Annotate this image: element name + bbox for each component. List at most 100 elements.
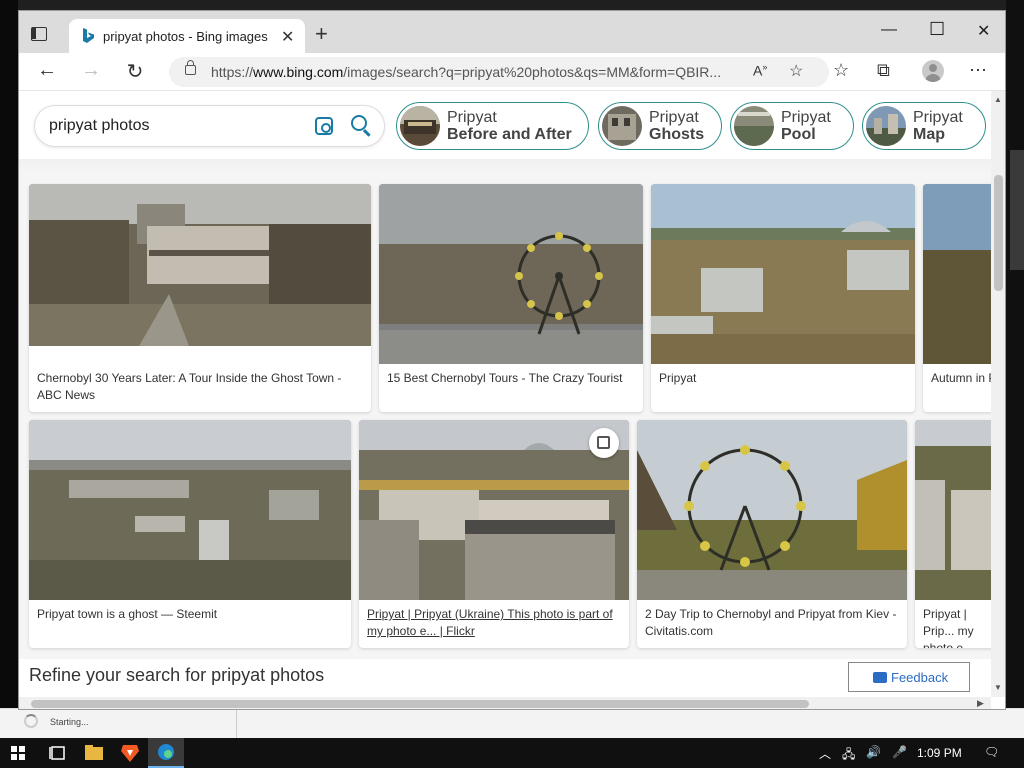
network-icon[interactable]: 🖧 — [842, 745, 855, 766]
chip-ghosts[interactable]: Pripyat Ghosts — [598, 102, 722, 150]
edge-browser-icon[interactable] — [148, 738, 184, 768]
chip-label-2: Ghosts — [649, 126, 705, 143]
result-caption: 15 Best Chernobyl Tours - The Crazy Tour… — [387, 371, 623, 385]
lock-icon[interactable] — [185, 60, 196, 75]
image-result[interactable]: Pripyat — [651, 184, 915, 412]
result-image — [651, 184, 915, 364]
horizontal-scroll-thumb[interactable] — [31, 700, 809, 708]
result-image — [29, 184, 371, 346]
chip-label-1: Pripyat — [913, 109, 963, 126]
feedback-button[interactable]: Feedback — [848, 662, 970, 692]
feedback-icon — [873, 672, 887, 683]
desktop-edge-left — [0, 0, 18, 738]
volume-icon[interactable]: 🔊 — [866, 745, 881, 759]
result-caption: Pripyat town is a ghost — Steemit — [37, 607, 218, 621]
add-favorite-icon[interactable]: ☆ — [789, 61, 803, 81]
image-result[interactable]: 2 Day Trip to Chernobyl and Pripyat from… — [637, 420, 907, 648]
close-window-button[interactable]: ✕ — [977, 21, 990, 41]
taskbar: ︿ 🖧 🔊 🎤 1:09 PM 🗨 — [0, 738, 1024, 768]
result-caption: Chernobyl 30 Years Later: A Tour Inside … — [37, 371, 342, 402]
download-status-bar: Starting... — [0, 708, 1024, 739]
chip-label-1: Pripyat — [781, 109, 831, 126]
image-result[interactable]: Chernobyl 30 Years Later: A Tour Inside … — [29, 184, 371, 412]
image-result[interactable]: 15 Best Chernobyl Tours - The Crazy Tour… — [379, 184, 643, 412]
chip-map[interactable]: Pripyat Map — [862, 102, 986, 150]
close-tab-icon[interactable]: ✕ — [281, 27, 294, 47]
image-result[interactable]: Pripyat | Prip... my photo e... — [915, 420, 991, 648]
profile-avatar[interactable] — [922, 60, 944, 82]
chip-label-2: Before and After — [447, 126, 572, 143]
refine-section: Refine your search for pripyat photos Fe… — [19, 659, 991, 697]
tab-bing-images[interactable]: pripyat photos - Bing images ✕ — [69, 19, 305, 53]
refine-heading: Refine your search for pripyat photos — [29, 665, 325, 685]
status-text: Starting... — [50, 717, 89, 727]
clock[interactable]: 1:09 PM — [917, 746, 962, 760]
horizontal-scrollbar[interactable]: ▶ — [19, 697, 991, 709]
result-caption: Pripyat — [659, 371, 697, 385]
scroll-up-icon[interactable]: ▲ — [994, 95, 1002, 104]
chip-label-2: Pool — [781, 126, 816, 143]
vertical-scroll-thumb[interactable] — [994, 175, 1003, 291]
loading-spinner-icon — [24, 714, 38, 728]
page-content: pripyat photos Pripyat Before and After … — [19, 91, 991, 697]
favorites-icon[interactable]: ☆ — [833, 60, 849, 81]
tab-actions-icon[interactable] — [31, 27, 47, 41]
chip-pool[interactable]: Pripyat Pool — [730, 102, 854, 150]
file-explorer-icon[interactable] — [76, 738, 112, 768]
chip-label-2: Map — [913, 126, 945, 143]
search-header: pripyat photos Pripyat Before and After … — [19, 91, 991, 167]
collections-icon[interactable]: ⧉ — [877, 60, 890, 81]
result-image — [29, 420, 351, 600]
chip-before-after[interactable]: Pripyat Before and After — [396, 102, 589, 150]
result-image — [379, 184, 643, 364]
search-input[interactable]: pripyat photos — [49, 117, 150, 135]
search-icon[interactable] — [351, 115, 367, 131]
result-image — [637, 420, 907, 600]
result-caption: Autumn in P... on Behance — [931, 371, 991, 385]
result-caption: Pripyat | Prip... my photo e... — [923, 607, 974, 648]
result-image — [923, 184, 991, 364]
forward-arrow-icon[interactable]: → — [79, 59, 103, 82]
chip-label-1: Pripyat — [447, 109, 497, 126]
chip-thumbnail — [734, 106, 774, 146]
title-bar: pripyat photos - Bing images ✕ + — ☐ ✕ — [19, 11, 1005, 53]
image-result[interactable]: Pripyat | Pripyat (Ukraine) This photo i… — [359, 420, 629, 648]
result-caption-link[interactable]: Pripyat | Pripyat (Ukraine) This photo i… — [367, 606, 621, 640]
task-view-icon[interactable] — [40, 738, 76, 768]
visual-search-overlay-icon[interactable] — [589, 428, 619, 458]
brave-browser-icon[interactable] — [112, 738, 148, 768]
microphone-icon[interactable]: 🎤 — [892, 745, 907, 759]
tab-title: pripyat photos - Bing images — [103, 29, 268, 44]
scroll-right-icon[interactable]: ▶ — [977, 698, 984, 709]
browser-window: pripyat photos - Bing images ✕ + — ☐ ✕ ←… — [18, 10, 1006, 710]
bing-logo-icon — [83, 28, 94, 43]
windows-start-icon[interactable] — [0, 738, 36, 768]
result-image — [915, 420, 991, 600]
navigation-bar: ← → ↻ https://www.bing.com/images/search… — [19, 53, 1005, 91]
desktop-edge-right — [1006, 0, 1024, 738]
chip-thumbnail — [602, 106, 642, 146]
chip-thumbnail — [866, 106, 906, 146]
image-result[interactable]: Pripyat town is a ghost — Steemit — [29, 420, 351, 648]
chip-label-1: Pripyat — [649, 109, 699, 126]
scroll-down-icon[interactable]: ▼ — [994, 683, 1002, 692]
vertical-scrollbar[interactable]: ▲ ▼ — [991, 91, 1005, 697]
back-arrow-icon[interactable]: ← — [35, 59, 59, 82]
read-aloud-icon[interactable]: A» — [753, 62, 767, 79]
result-caption: 2 Day Trip to Chernobyl and Pripyat from… — [645, 607, 897, 638]
maximize-button[interactable]: ☐ — [929, 19, 945, 40]
url-text: https://www.bing.com/images/search?q=pri… — [211, 64, 722, 80]
image-result[interactable]: Autumn in P... on Behance — [923, 184, 991, 412]
result-image — [359, 420, 629, 600]
refresh-icon[interactable]: ↻ — [123, 59, 147, 84]
visual-search-icon[interactable] — [315, 117, 333, 135]
address-bar[interactable]: https://www.bing.com/images/search?q=pri… — [169, 57, 829, 87]
minimize-button[interactable]: — — [881, 21, 897, 39]
new-tab-button[interactable]: + — [315, 21, 328, 47]
notifications-icon[interactable]: 🗨 — [984, 745, 999, 759]
feedback-label: Feedback — [891, 670, 949, 685]
chip-thumbnail — [400, 106, 440, 146]
search-box[interactable]: pripyat photos — [35, 106, 384, 146]
show-hidden-icons[interactable]: ︿ — [819, 745, 831, 762]
more-options-icon[interactable]: ⋯ — [969, 60, 987, 81]
